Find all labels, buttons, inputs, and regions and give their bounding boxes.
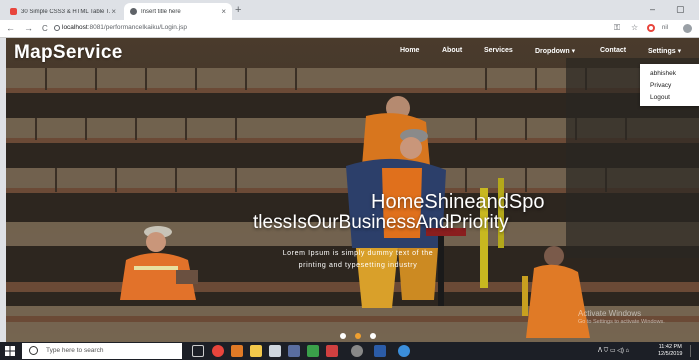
opera-icon[interactable] <box>647 24 655 32</box>
activate-windows-title: Activate Windows <box>578 309 642 318</box>
globe-icon <box>130 8 137 15</box>
nav-about[interactable]: About <box>442 47 462 54</box>
url-path: :8081/performanceIkaiku/Login.jsp <box>87 24 188 31</box>
close-tab-icon[interactable]: × <box>111 7 116 16</box>
hero-heading-line2: tlessIsOurBusinessAndPriority <box>253 212 509 233</box>
activate-windows-sub: Go to Settings to activate Windows. <box>578 319 665 325</box>
nav-contact[interactable]: Contact <box>600 47 626 54</box>
tab-title: 30 Simple CSS3 & HTML Table T... <box>21 8 112 15</box>
favicon-icon <box>10 8 17 15</box>
hero-subtext-line1: Lorem Ipsum is simply dummy text of the <box>282 250 434 257</box>
browser-tab-strip: 30 Simple CSS3 & HTML Table T... × Inser… <box>0 0 699 20</box>
nav-settings[interactable]: Settings ▾ <box>648 47 681 55</box>
show-desktop-button[interactable] <box>690 345 697 357</box>
windows-start-icon[interactable] <box>5 346 15 356</box>
system-tray-icons[interactable]: ᐱ ⛉ ▭ ◁) ⌂ <box>598 347 629 355</box>
browser-tab-table-templates[interactable]: 30 Simple CSS3 & HTML Table T... × <box>4 3 122 20</box>
search-placeholder: Type here to search <box>46 347 104 354</box>
key-icon[interactable]: ⚿ <box>614 23 620 33</box>
nav-home[interactable]: Home <box>400 47 419 54</box>
tab-title: Insert title here <box>141 8 181 15</box>
brand-logo[interactable]: MapService <box>14 42 123 64</box>
app-icon-red[interactable] <box>326 345 338 357</box>
profile-icon[interactable] <box>683 24 692 33</box>
menu-item-user[interactable]: abhishek <box>650 70 676 77</box>
file-explorer-icon[interactable] <box>250 345 262 357</box>
settings-dropdown-menu: abhishek Privacy Logout <box>640 64 699 106</box>
minimize-button[interactable]: – <box>650 4 655 14</box>
carousel-indicator-3[interactable] <box>370 333 376 339</box>
address-bar[interactable]: localhost:8081/performanceIkaiku/Login.j… <box>62 24 187 31</box>
carousel-indicator-2[interactable] <box>355 333 361 339</box>
taskbar-clock[interactable]: 11:42 PM 12/5/2019 <box>658 344 682 358</box>
java-taskbar-icon[interactable] <box>231 345 243 357</box>
word-icon[interactable] <box>374 345 386 357</box>
hero-heading-line1: HomeShineandSpo <box>371 191 545 213</box>
carousel-indicator-1[interactable] <box>340 333 346 339</box>
chrome-taskbar-icon[interactable] <box>212 345 224 357</box>
store-icon[interactable] <box>288 345 300 357</box>
task-view-icon[interactable] <box>192 345 204 357</box>
nav-dropdown[interactable]: Dropdown ▾ <box>535 47 575 55</box>
browser-tab-insert-title[interactable]: Insert title here × <box>124 3 232 20</box>
new-tab-button[interactable]: + <box>235 4 241 16</box>
nav-dropdown-label: Dropdown <box>535 48 570 55</box>
caret-down-icon: ▾ <box>677 48 682 55</box>
hero-background-image <box>6 38 699 342</box>
menu-item-logout[interactable]: Logout <box>650 94 670 101</box>
maximize-button[interactable]: ▢ <box>676 4 685 15</box>
edge-icon[interactable] <box>398 345 410 357</box>
windows-taskbar: Type here to search ᐱ ⛉ ▭ ◁) ⌂ 11:42 PM … <box>0 342 699 360</box>
back-button[interactable]: ← <box>6 23 15 33</box>
info-icon[interactable] <box>54 25 60 31</box>
website-viewport: MapService Home About Services Dropdown … <box>6 38 699 342</box>
reload-button[interactable]: C <box>42 24 48 33</box>
extension-icon[interactable]: nil <box>662 25 668 31</box>
browser-toolbar: ← → C localhost:8081/performanceIkaiku/L… <box>0 20 699 38</box>
app-icon-green[interactable] <box>307 345 319 357</box>
nav-settings-label: Settings <box>648 48 676 55</box>
clock-time: 11:42 PM <box>658 344 682 350</box>
caret-down-icon: ▾ <box>571 48 576 55</box>
app-icon-gray[interactable] <box>351 345 363 357</box>
close-tab-icon[interactable]: × <box>221 7 226 16</box>
microphone-icon[interactable] <box>174 346 180 355</box>
taskbar-search-input[interactable]: Type here to search <box>22 343 182 359</box>
search-icon <box>29 346 38 355</box>
mail-icon[interactable] <box>269 345 281 357</box>
nav-services[interactable]: Services <box>484 47 513 54</box>
star-icon[interactable]: ☆ <box>631 23 638 32</box>
clock-date: 12/5/2019 <box>658 351 683 357</box>
url-host: localhost <box>62 24 88 31</box>
hero-subtext-line2: printing and typesetting industry <box>298 262 418 269</box>
site-navbar: MapService Home About Services Dropdown … <box>6 38 699 66</box>
menu-item-privacy[interactable]: Privacy <box>650 82 671 89</box>
forward-button[interactable]: → <box>24 23 33 33</box>
